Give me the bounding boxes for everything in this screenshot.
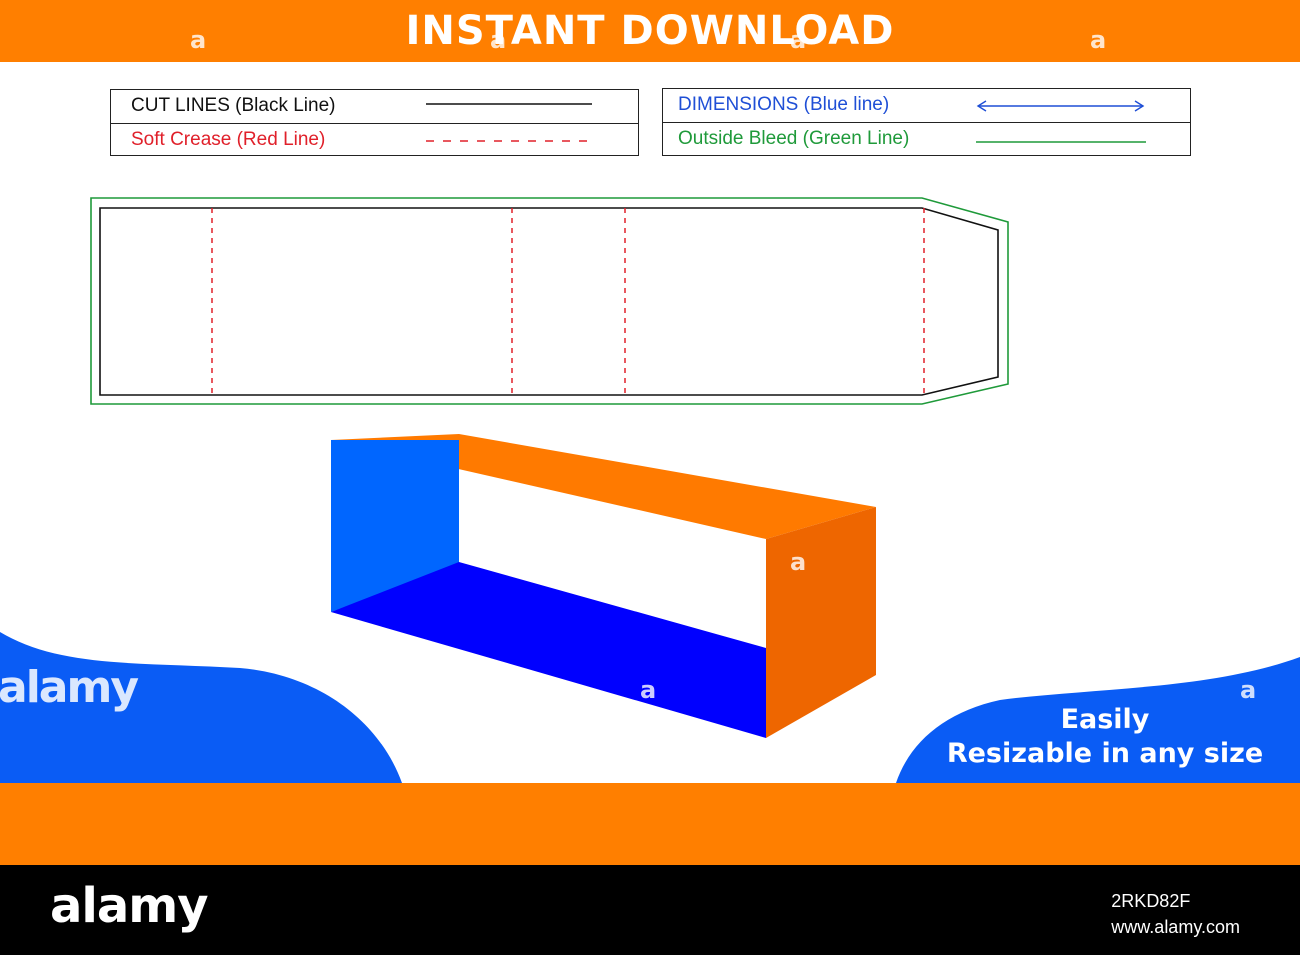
promo-text: Easily Resizable in any size <box>920 703 1290 771</box>
crease-lines <box>211 208 925 395</box>
promo-line-2: Resizable in any size <box>946 737 1264 769</box>
watermark-word: alamy <box>0 662 139 713</box>
svg-text:a: a <box>790 548 806 576</box>
promo-line-1: Easily <box>1060 704 1150 735</box>
bottom-banner <box>0 783 1300 865</box>
svg-text:a: a <box>1240 676 1256 704</box>
box-bottom-face <box>331 562 766 738</box>
footer-image-id: 2RKD82F <box>1111 891 1191 911</box>
cut-outline <box>99 207 999 396</box>
svg-text:a: a <box>640 676 656 704</box>
svg-text:a: a <box>1090 26 1106 54</box>
box-3d <box>331 434 876 738</box>
svg-text:a: a <box>490 26 506 54</box>
svg-text:a: a <box>190 26 206 54</box>
footer-info: 2RKD82F www.alamy.com <box>1111 888 1240 940</box>
footer-site: www.alamy.com <box>1111 917 1240 938</box>
footer-logo: alamy <box>50 878 209 934</box>
svg-text:a: a <box>790 26 806 54</box>
bleed-outline <box>90 197 1009 405</box>
box-right-face <box>766 507 876 738</box>
